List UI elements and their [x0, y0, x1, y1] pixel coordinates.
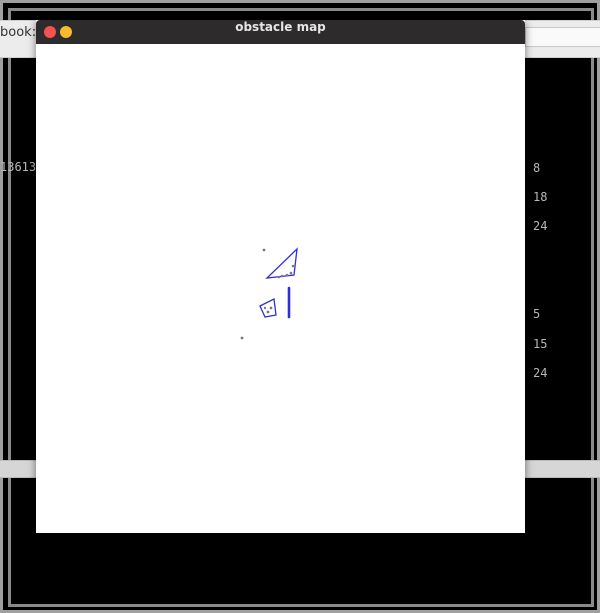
background-window-search-field[interactable]	[525, 27, 600, 47]
window-titlebar[interactable]: obstacle map	[36, 20, 525, 44]
terminal-value: 15	[533, 337, 548, 351]
background-window-title: book:	[0, 25, 37, 40]
terminal-value: 24	[533, 219, 548, 233]
map-point	[277, 275, 281, 279]
obstacle-map	[240, 247, 298, 340]
obstacle-map-window: obstacle map	[36, 20, 525, 533]
terminal-value: 8	[533, 161, 541, 175]
map-point	[240, 336, 244, 340]
map-point	[266, 310, 270, 314]
map-point	[280, 274, 284, 278]
obstacle-quad	[259, 298, 277, 318]
terminal-value: 24	[533, 366, 548, 380]
terminal-text-left: 13613	[0, 160, 37, 174]
terminal-value: 18	[533, 190, 548, 204]
map-point	[263, 306, 267, 310]
map-point	[289, 271, 293, 275]
obstacle-triangle	[265, 247, 298, 279]
map-canvas[interactable]	[36, 44, 525, 533]
map-point	[269, 306, 273, 310]
map-point	[291, 264, 295, 268]
window-title: obstacle map	[235, 20, 326, 34]
map-point	[285, 273, 289, 277]
map-point	[262, 248, 266, 252]
terminal-value: 5	[533, 307, 541, 321]
